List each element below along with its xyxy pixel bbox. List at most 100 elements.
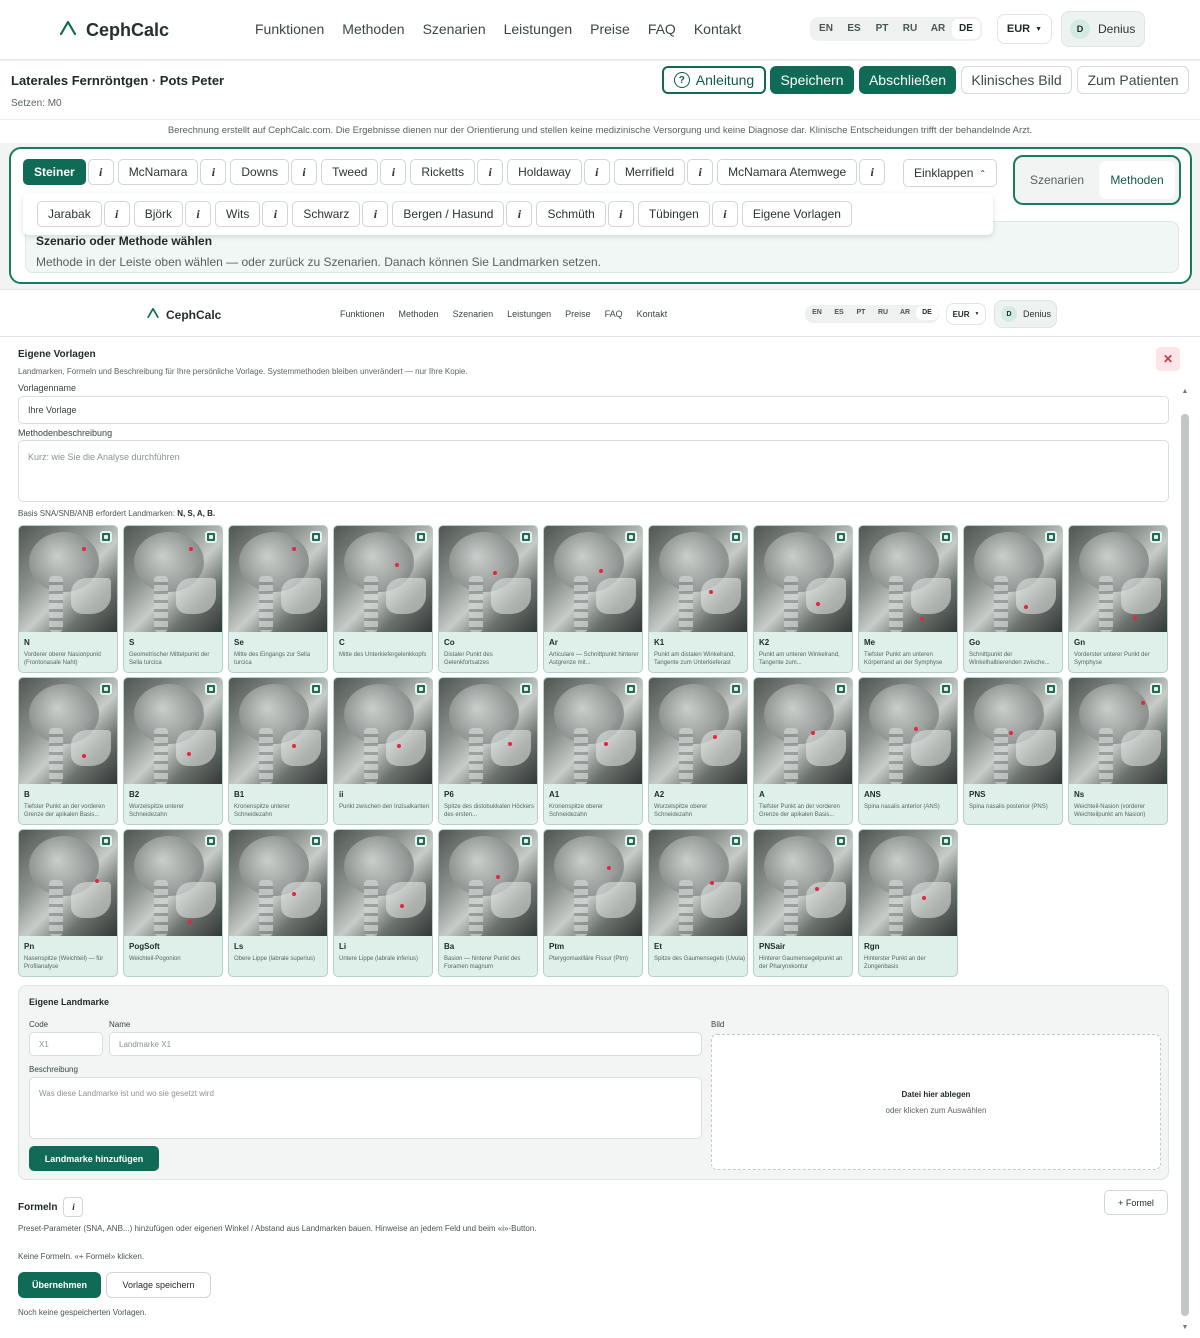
lang-de[interactable]: DE (916, 306, 938, 320)
info-icon[interactable]: i (380, 159, 407, 185)
nav-link-faq[interactable]: FAQ (648, 21, 676, 37)
nav-link-methoden[interactable]: Methoden (342, 21, 404, 37)
method-tweed[interactable]: Tweed (321, 159, 379, 185)
checkbox-icon[interactable] (205, 531, 217, 543)
template-name-input[interactable]: Ihre Vorlage (18, 396, 1169, 424)
method-wits[interactable]: Wits (215, 201, 261, 227)
landmark-card[interactable]: ANS Spina nasalis anterior (ANS) (858, 677, 958, 825)
method-ricketts[interactable]: Ricketts (410, 159, 476, 185)
scroll-down-icon[interactable]: ▼ (1181, 1324, 1189, 1332)
currency-select-small[interactable]: EUR ▼ (946, 303, 986, 325)
checkbox-icon[interactable] (205, 835, 217, 847)
landmark-card[interactable]: A2 Wurzelspitze oberer Schneidezahn (648, 677, 748, 825)
landmark-card[interactable]: Rgn Hinterster Punkt an der Zungenbasis (858, 829, 958, 977)
method-own-templates[interactable]: Eigene Vorlagen (741, 201, 852, 227)
nav-link-leistungen[interactable]: Leistungen (504, 21, 573, 37)
landmark-card[interactable]: Me Tiefster Punkt am unteren Körperrand a… (858, 525, 958, 673)
to-patient-button[interactable]: Zum Patienten (1077, 66, 1189, 94)
lang-en[interactable]: EN (812, 19, 840, 39)
landmark-card[interactable]: K1 Punkt am distalen Winkelrand, Tangente… (648, 525, 748, 673)
method-t-bingen[interactable]: Tübingen (637, 201, 710, 227)
checkbox-icon[interactable] (520, 683, 532, 695)
brand-logo[interactable]: CephCalc (58, 18, 169, 43)
landmark-card[interactable]: B Tiefster Punkt an der vorderen Grenze d… (18, 677, 118, 825)
nav-link-szenarien[interactable]: Szenarien (453, 309, 494, 319)
info-icon[interactable]: i (291, 159, 318, 185)
checkbox-icon[interactable] (835, 835, 847, 847)
scroll-up-icon[interactable]: ▲ (1181, 388, 1189, 396)
method-mcnamara[interactable]: McNamara (117, 159, 199, 185)
method-bj-rk[interactable]: Björk (133, 201, 184, 227)
landmark-card[interactable]: Co Distaler Punkt des Gelenkfortsatzes (438, 525, 538, 673)
landmark-card[interactable]: ii Punkt zwischen den Inzisalkanten (333, 677, 433, 825)
lang-ar[interactable]: AR (894, 306, 916, 320)
lang-pt[interactable]: PT (868, 19, 896, 39)
landmark-card[interactable]: B1 Kronenspitze unterer Schneidezahn (228, 677, 328, 825)
landmark-card[interactable]: Et Spitze des Gaumensegels (Uvula) (648, 829, 748, 977)
method-bergen-hasund[interactable]: Bergen / Hasund (392, 201, 505, 227)
checkbox-icon[interactable] (730, 835, 742, 847)
landmark-card[interactable]: Ls Obere Lippe (labrale superius) (228, 829, 328, 977)
checkbox-icon[interactable] (415, 835, 427, 847)
info-icon[interactable]: i (185, 201, 212, 227)
user-menu-small[interactable]: D Denius (994, 300, 1057, 328)
checkbox-icon[interactable] (625, 683, 637, 695)
nav-link-funktionen[interactable]: Funktionen (340, 309, 385, 319)
apply-button[interactable]: Übernehmen (18, 1272, 101, 1298)
landmark-card[interactable]: Ns Weichteil-Nasion (vorderer Weichteilpu… (1068, 677, 1168, 825)
landmark-card[interactable]: Gn Vorderster unterer Punkt der Symphyse (1068, 525, 1168, 673)
landmark-description-textarea[interactable]: Was diese Landmarke ist und wo sie geset… (29, 1077, 702, 1139)
landmark-card[interactable]: Pn Nasenspitze (Weichteil) — für Profilan… (18, 829, 118, 977)
method-downs[interactable]: Downs (230, 159, 290, 185)
info-icon[interactable]: i (687, 159, 714, 185)
checkbox-icon[interactable] (1045, 531, 1057, 543)
method-steiner[interactable]: Steiner (23, 159, 86, 185)
checkbox-icon[interactable] (940, 531, 952, 543)
lang-pt[interactable]: PT (850, 306, 872, 320)
checkbox-icon[interactable] (1150, 531, 1162, 543)
landmark-card[interactable]: B2 Wurzelspitze unterer Schneidezahn (123, 677, 223, 825)
nav-link-preise[interactable]: Preise (590, 21, 630, 37)
lang-ar[interactable]: AR (924, 19, 952, 39)
currency-select[interactable]: EUR ▼ (997, 14, 1052, 44)
method-holdaway[interactable]: Holdaway (507, 159, 582, 185)
checkbox-icon[interactable] (520, 835, 532, 847)
close-icon[interactable]: ✕ (1156, 347, 1180, 371)
checkbox-icon[interactable] (415, 531, 427, 543)
landmark-card[interactable]: P6 Spitze des distobukkalen Höckers des e… (438, 677, 538, 825)
lang-ru[interactable]: RU (872, 306, 894, 320)
checkbox-icon[interactable] (310, 683, 322, 695)
brand-logo-small[interactable]: CephCalc (146, 306, 221, 323)
info-icon[interactable]: i (607, 201, 634, 227)
method-schwarz[interactable]: Schwarz (292, 201, 361, 227)
checkbox-icon[interactable] (1150, 683, 1162, 695)
landmark-card[interactable]: Go Schnittpunkt der Winkelhalbierenden zw… (963, 525, 1063, 673)
checkbox-icon[interactable] (940, 835, 952, 847)
landmark-card[interactable]: A1 Kronenspitze oberer Schneidezahn (543, 677, 643, 825)
info-icon[interactable]: i (583, 159, 610, 185)
collapse-button[interactable]: Einklappen ⌃ (903, 159, 998, 187)
lang-en[interactable]: EN (806, 306, 828, 320)
nav-link-methoden[interactable]: Methoden (399, 309, 439, 319)
checkbox-icon[interactable] (730, 531, 742, 543)
landmark-card[interactable]: Ar Articulare — Schnittpunkt hinterer Ast… (543, 525, 643, 673)
nav-link-szenarien[interactable]: Szenarien (423, 21, 486, 37)
checkbox-icon[interactable] (100, 531, 112, 543)
checkbox-icon[interactable] (1045, 683, 1057, 695)
info-icon[interactable]: i (859, 159, 886, 185)
guide-button[interactable]: ? Anleitung (662, 66, 766, 94)
landmark-card[interactable]: K2 Punkt am unteren Winkelrand, Tangente … (753, 525, 853, 673)
nav-link-preise[interactable]: Preise (565, 309, 591, 319)
checkbox-icon[interactable] (100, 835, 112, 847)
landmark-card[interactable]: N Vorderer oberer Nasionpunkt (Frontonasa… (18, 525, 118, 673)
toggle-scenarios[interactable]: Szenarien (1019, 161, 1095, 199)
checkbox-icon[interactable] (835, 683, 847, 695)
finish-button[interactable]: Abschließen (859, 66, 956, 94)
checkbox-icon[interactable] (415, 683, 427, 695)
nav-link-kontakt[interactable]: Kontakt (694, 21, 741, 37)
landmark-card[interactable]: A Tiefster Punkt an der vorderen Grenze d… (753, 677, 853, 825)
checkbox-icon[interactable] (310, 531, 322, 543)
checkbox-icon[interactable] (205, 683, 217, 695)
method-merrifield[interactable]: Merrifield (613, 159, 686, 185)
checkbox-icon[interactable] (310, 835, 322, 847)
